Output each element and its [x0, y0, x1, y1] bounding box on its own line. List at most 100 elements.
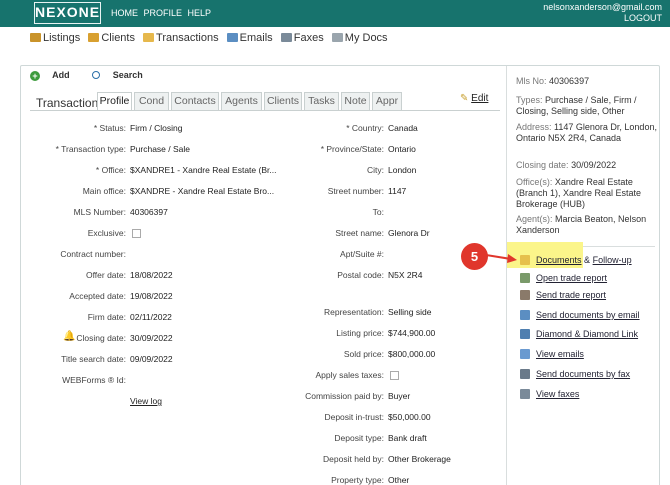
field-label: Commission paid by:	[305, 391, 384, 401]
field-label: Listing price:	[336, 328, 384, 338]
field-label: Property type:	[331, 475, 384, 485]
summary-offices: Office(s): Xandre Real Estate (Branch 1)…	[516, 177, 642, 209]
field-label: Title search date:	[61, 354, 126, 364]
field-value: $744,900.00	[388, 328, 436, 338]
sidebar-action-send-trade-report[interactable]: Send trade report	[520, 290, 606, 300]
field-label: * Transaction type:	[55, 144, 126, 154]
module-nav: Listings Clients Transactions Emails Fax…	[30, 32, 393, 44]
followup-link[interactable]: Follow-up	[593, 255, 632, 265]
tab-contacts[interactable]: Contacts	[171, 92, 219, 110]
nav-listings[interactable]: Listings	[30, 32, 80, 44]
field-label: City:	[367, 165, 384, 175]
nav-help[interactable]: HELP	[188, 8, 212, 18]
field-label: Street number:	[327, 186, 384, 196]
pencil-icon: ✎	[460, 93, 469, 104]
field-label: Street name:	[335, 228, 384, 238]
summary-address: Address: 1147 Glenora Dr, London, Ontari…	[516, 122, 657, 143]
panel-divider	[506, 66, 507, 485]
field-value: Firm / Closing	[130, 123, 183, 133]
field-label: * Office:	[95, 165, 126, 175]
users-icon	[88, 33, 100, 42]
tab-agents[interactable]: Agents	[221, 92, 262, 110]
nexone-logo[interactable]: NEXONE	[34, 2, 101, 24]
field-value: Selling side	[388, 307, 432, 317]
field-label: WEBForms ® Id:	[62, 375, 126, 385]
field-value: 18/08/2022	[130, 270, 173, 280]
logout-link[interactable]: LOGOUT	[543, 13, 662, 24]
tab-clients[interactable]: Clients	[264, 92, 302, 110]
field-value: $50,000.00	[388, 412, 431, 422]
nav-profile[interactable]: PROFILE	[144, 8, 183, 18]
field-label: Postal code:	[337, 270, 384, 280]
field-label: Exclusive:	[87, 228, 126, 238]
field-label: Deposit type:	[334, 433, 384, 443]
field-label: * Status:	[93, 123, 126, 133]
sidebar-action-send-documents-by-email[interactable]: Send documents by email	[520, 310, 640, 320]
bell-icon: 🔔	[63, 331, 76, 342]
send-report-icon	[520, 290, 530, 300]
sidebar-action-open-trade-report[interactable]: Open trade report	[520, 273, 607, 283]
view-log-link[interactable]: View log	[130, 396, 162, 406]
nav-my-docs[interactable]: My Docs	[331, 32, 388, 44]
tab-profile[interactable]: Profile	[97, 92, 132, 110]
field-value: Other Brokerage	[388, 454, 451, 464]
field-value: 30/09/2022	[130, 333, 173, 343]
summary-mls: Mls No: 40306397	[516, 76, 590, 86]
documents-followup-row: Documents & Follow-up	[520, 255, 632, 265]
account-info: nelsonxanderson@gmail.com LOGOUT	[543, 2, 662, 24]
nav-faxes[interactable]: Faxes	[280, 32, 324, 44]
field-value: Glenora Dr	[388, 228, 430, 238]
plus-icon: +	[30, 71, 40, 81]
nav-emails[interactable]: Emails	[226, 32, 273, 44]
field-label: Accepted date:	[69, 291, 126, 301]
field-label: To:	[372, 207, 384, 217]
field-label: MLS Number:	[73, 207, 126, 217]
field-value: 02/11/2022	[130, 312, 172, 322]
field-value: N5X 2R4	[388, 270, 423, 280]
tab-tasks[interactable]: Tasks	[304, 92, 339, 110]
section-title: Transaction	[36, 96, 99, 110]
sidebar-action-view-emails[interactable]: View emails	[520, 349, 584, 359]
add-button[interactable]: + Add	[30, 70, 80, 81]
callout-badge: 5	[461, 243, 488, 270]
callout-arrow	[486, 254, 517, 263]
edit-link[interactable]: ✎ Edit	[460, 93, 488, 104]
envelope-icon	[226, 33, 238, 42]
tab-appr[interactable]: Appr	[372, 92, 402, 110]
documents-icon	[331, 33, 343, 42]
field-label: Sold price:	[343, 349, 384, 359]
sidebar-action-view-faxes[interactable]: View faxes	[520, 389, 579, 399]
user-email: nelsonxanderson@gmail.com	[543, 2, 662, 12]
sidebar-action-send-documents-by-fax[interactable]: Send documents by fax	[520, 369, 630, 379]
field-label: * Country:	[346, 123, 384, 133]
field-value: $800,000.00	[388, 349, 436, 359]
nav-home[interactable]: HOME	[111, 8, 138, 18]
search-button[interactable]: Search	[92, 70, 153, 80]
tab-note[interactable]: Note	[341, 92, 370, 110]
field-value: Ontario	[388, 144, 416, 154]
report-icon	[520, 273, 530, 283]
link-icon	[520, 329, 530, 339]
documents-link[interactable]: Documents	[536, 255, 582, 265]
apply-sales-taxes-checkbox[interactable]	[390, 371, 399, 380]
nav-clients[interactable]: Clients	[88, 32, 135, 44]
summary-closing: Closing date: 30/09/2022	[516, 160, 617, 170]
field-value: Bank draft	[388, 433, 427, 443]
faxes-icon	[520, 389, 530, 399]
field-value: $XANDRE - Xandre Real Estate Bro...	[130, 186, 275, 196]
exclusive-checkbox[interactable]	[132, 229, 141, 238]
summary-types: Types: Purchase / Sale, Firm / Closing, …	[516, 95, 637, 116]
nav-transactions[interactable]: Transactions	[143, 32, 219, 44]
tab-cond[interactable]: Cond	[134, 92, 169, 110]
email-docs-icon	[520, 310, 530, 320]
summary-agents: Agent(s): Marcia Beaton, Nelson Xanderso…	[516, 214, 647, 235]
field-label: Contract number:	[60, 249, 126, 259]
field-label: Main office:	[82, 186, 126, 196]
sidebar-action-diamond-diamond-link[interactable]: Diamond & Diamond Link	[520, 329, 638, 339]
fax-docs-icon	[520, 369, 530, 379]
field-value: 1147	[388, 186, 407, 196]
house-icon	[30, 33, 41, 42]
documents-icon	[520, 255, 530, 265]
field-value: 09/09/2022	[130, 354, 173, 364]
search-icon	[92, 71, 101, 79]
